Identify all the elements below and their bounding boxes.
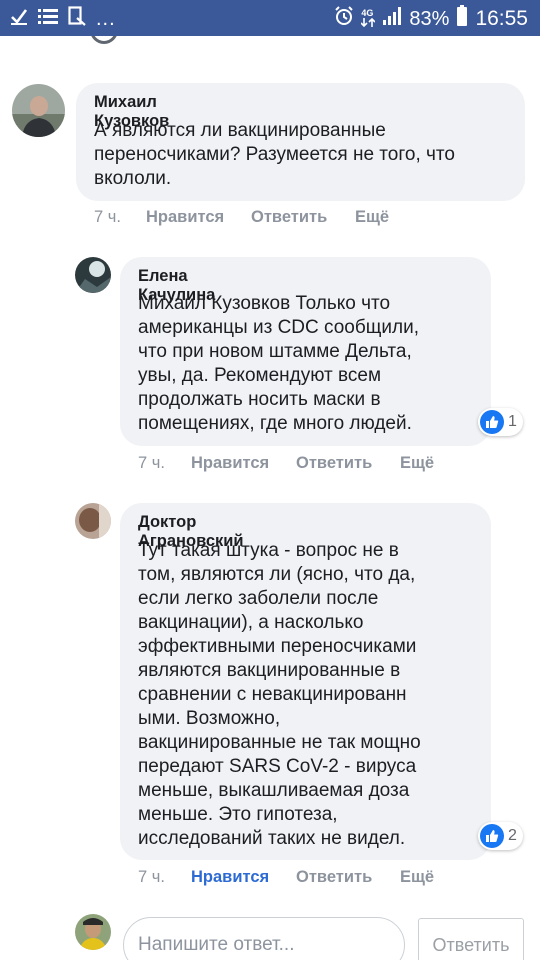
clock: 16:55 <box>475 7 528 30</box>
comment-line: вакцинированные не так мощно <box>138 732 421 753</box>
like-button[interactable]: Нравится <box>191 454 296 473</box>
document-icon <box>68 6 86 32</box>
avatar[interactable] <box>75 503 111 539</box>
comment-line: что при новом штамме Дельта, <box>138 341 412 362</box>
like-button[interactable]: Нравится <box>146 208 251 227</box>
comment-line: вакцинации), а насколько <box>138 612 364 633</box>
battery-percent: 83% <box>409 7 450 30</box>
thumbs-up-icon <box>480 824 504 848</box>
avatar[interactable] <box>12 84 65 137</box>
status-bar-left: ... <box>10 6 116 32</box>
network-type-label: 4G <box>361 8 374 18</box>
more-dots: ... <box>96 7 116 30</box>
comment-line: А являются ли вакцинированные <box>94 120 386 141</box>
comment-time[interactable]: 7 ч. <box>94 208 146 227</box>
send-reply-button[interactable]: Ответить <box>418 918 524 960</box>
avatar[interactable] <box>75 257 111 293</box>
comment-text: Тут такая штука - вопрос не в том, являю… <box>138 539 483 851</box>
comment-line: исследований таких не видел. <box>138 828 406 849</box>
thumbs-up-icon <box>480 410 504 434</box>
comment-line: продолжать носить маски в <box>138 389 381 410</box>
reply-button[interactable]: Ответить <box>296 868 400 887</box>
more-button[interactable]: Ещё <box>400 868 434 887</box>
composer-avatar <box>75 914 111 950</box>
comment-line: передают SARS CoV-2 - вируса <box>138 756 417 777</box>
status-bar: ... 4G 83% 16:55 <box>0 0 540 36</box>
list-icon <box>38 7 58 31</box>
comment-line: ыми. Возможно, <box>138 708 281 729</box>
reaction-count: 2 <box>508 827 517 844</box>
comment-line: американцы из CDC сообщили, <box>138 317 419 338</box>
comment-time[interactable]: 7 ч. <box>138 454 191 473</box>
previous-content-partial <box>0 36 540 46</box>
reply-button[interactable]: Ответить <box>251 208 355 227</box>
comment-line: эффективными переносчиками <box>138 636 417 657</box>
comment-line: помещениях, где много людей. <box>138 413 412 434</box>
comment-actions: 7 ч. Нравится Ответить Ещё <box>138 868 434 887</box>
status-bar-right: 4G 83% 16:55 <box>334 5 528 33</box>
reply-input[interactable] <box>123 917 405 960</box>
reaction-count: 1 <box>508 413 517 430</box>
like-button[interactable]: Нравится <box>191 868 296 887</box>
circle-icon <box>90 36 118 44</box>
comment-line: являются вакцинированные в <box>138 660 401 681</box>
comment-actions: 7 ч. Нравится Ответить Ещё <box>94 208 389 227</box>
comment-line: вкололи. <box>94 168 172 189</box>
reply-button[interactable]: Ответить <box>296 454 400 473</box>
network-type: 4G <box>360 8 376 29</box>
battery-icon <box>456 5 468 33</box>
comment-text: Михаил Кузовков Только что американцы из… <box>138 292 483 436</box>
comment-line: Михаил Кузовков Только что <box>138 293 391 314</box>
signal-icon <box>382 6 402 32</box>
comment-actions: 7 ч. Нравится Ответить Ещё <box>138 454 434 473</box>
comment-line: Тут такая штука - вопрос не в <box>138 540 399 561</box>
comment-line: если легко заболели после <box>138 588 379 609</box>
reaction-badge[interactable]: 2 <box>478 822 523 850</box>
comment-time[interactable]: 7 ч. <box>138 868 191 887</box>
comment-line: меньше. Это гипотеза, <box>138 804 338 825</box>
more-button[interactable]: Ещё <box>355 208 389 227</box>
comment-line: сравнении с невакцинированн <box>138 684 407 705</box>
comment-line: меньше, выкашливаемая доза <box>138 780 410 801</box>
more-button[interactable]: Ещё <box>400 454 434 473</box>
comment-line: увы, да. Рекомендуют всем <box>138 365 382 386</box>
reaction-badge[interactable]: 1 <box>478 408 523 436</box>
check-icon <box>10 7 28 31</box>
alarm-icon <box>334 6 354 32</box>
comment-line: переносчиками? Разумеется не того, что <box>94 144 455 165</box>
comment-text: А являются ли вакцинированные переносчик… <box>94 119 519 191</box>
comment-line: том, являются ли (ясно, что да, <box>138 564 416 585</box>
